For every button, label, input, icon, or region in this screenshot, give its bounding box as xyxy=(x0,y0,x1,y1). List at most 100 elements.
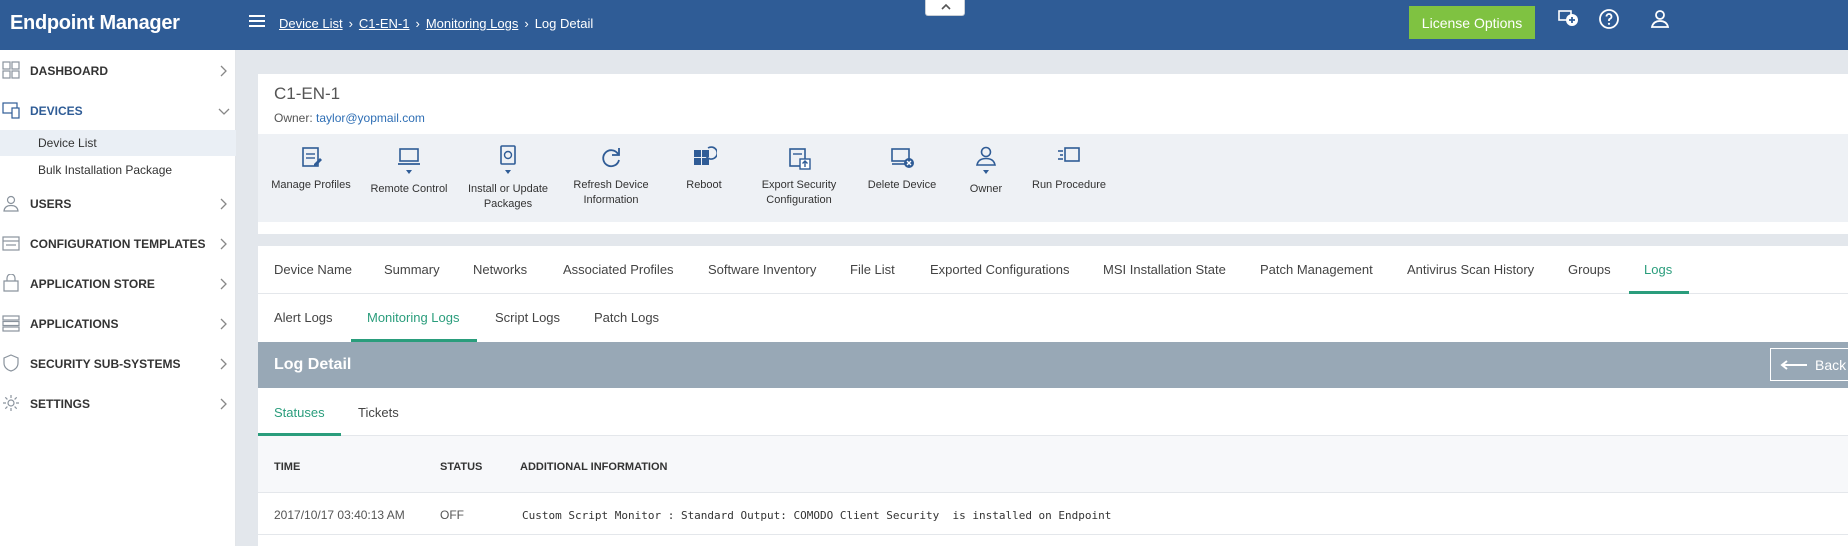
sidebar-subitem-bulk-installation-package[interactable]: Bulk Installation Package xyxy=(0,157,236,183)
run-procedure-icon xyxy=(1058,147,1080,162)
devices-icon xyxy=(2,102,20,119)
cell-additional-information: Custom Script Monitor : Standard Output:… xyxy=(522,509,1112,522)
column-header-additional-information[interactable]: ADDITIONAL INFORMATION xyxy=(520,461,667,473)
sidebar-item-users[interactable]: USERS xyxy=(0,183,236,223)
sidebar-subitem-label: Bulk Installation Package xyxy=(38,163,173,177)
cell-status: OFF xyxy=(440,508,464,522)
tool-label: Remote Control xyxy=(370,183,448,195)
sidebar-item-label: DEVICES xyxy=(30,104,83,118)
breadcrumb: Device List › C1-EN-1 › Monitoring Logs › Log … xyxy=(279,16,593,31)
breadcrumb-monitoring-logs[interactable]: Monitoring Logs xyxy=(426,16,519,31)
log-detail-title: Log Detail xyxy=(274,356,352,373)
tab-associated-profiles[interactable]: Associated Profiles xyxy=(563,262,674,277)
export-security-configuration-button[interactable]: Export Security Configuration xyxy=(750,144,848,208)
sidebar-item-dashboard[interactable]: DASHBOARD xyxy=(0,50,236,90)
breadcrumb-device-list[interactable]: Device List xyxy=(279,16,343,31)
hamburger-menu-icon[interactable] xyxy=(249,15,265,29)
tab-file-list[interactable]: File List xyxy=(850,262,895,277)
tab-logs[interactable]: Logs xyxy=(1644,262,1672,277)
tab-monitoring-logs[interactable]: Monitoring Logs xyxy=(367,310,460,325)
sidebar-item-label: SETTINGS xyxy=(30,397,91,411)
cell-time: 2017/10/17 03:40:13 AM xyxy=(274,508,405,522)
sidebar-item-label: CONFIGURATION TEMPLATES xyxy=(30,237,206,251)
tab-alert-logs[interactable]: Alert Logs xyxy=(274,310,333,325)
install-or-update-packages-button[interactable]: Install or Update Packages xyxy=(463,144,553,212)
owner-button[interactable]: Owner xyxy=(956,144,1016,197)
tool-label: Delete Device xyxy=(867,179,937,191)
tab-msi-installation-state[interactable]: MSI Installation State xyxy=(1103,262,1226,277)
breadcrumb-current: Log Detail xyxy=(534,16,594,31)
applications-icon xyxy=(2,315,20,332)
manage-profiles-button[interactable]: Manage Profiles xyxy=(266,144,356,193)
collapse-header-button[interactable] xyxy=(925,0,965,16)
arrow-left-icon xyxy=(1780,360,1807,370)
run-procedure-button[interactable]: Run Procedure xyxy=(1024,144,1114,193)
tab-script-logs[interactable]: Script Logs xyxy=(495,310,560,325)
main-tabs: Device Name Summary Networks Associated … xyxy=(258,246,1848,294)
refresh-icon xyxy=(602,148,620,168)
tool-label: Refresh Device Information xyxy=(573,179,649,206)
manage-profiles-icon xyxy=(302,147,322,167)
tab-patch-management[interactable]: Patch Management xyxy=(1260,262,1373,277)
add-device-icon[interactable] xyxy=(1556,7,1580,31)
tool-label: Run Procedure xyxy=(1032,179,1106,191)
shield-icon xyxy=(3,354,19,372)
delete-device-icon xyxy=(891,148,914,168)
breadcrumb-separator: › xyxy=(524,16,529,31)
log-detail-tabs: Statuses Tickets xyxy=(258,388,1848,436)
device-tabs-panel: Device Name Summary Networks Associated … xyxy=(258,246,1848,546)
breadcrumb-device[interactable]: C1-EN-1 xyxy=(359,16,410,31)
tab-networks[interactable]: Networks xyxy=(473,262,527,277)
templates-icon xyxy=(2,236,20,251)
reboot-button[interactable]: Reboot xyxy=(666,144,742,193)
device-name: C1-EN-1 xyxy=(274,84,341,103)
sidebar-subitem-label: Device List xyxy=(38,136,97,150)
owner-icon xyxy=(976,146,996,174)
sidebar-item-devices[interactable]: DEVICES xyxy=(0,90,236,130)
column-header-time[interactable]: TIME xyxy=(274,461,300,473)
sidebar-item-applications[interactable]: APPLICATIONS xyxy=(0,303,236,343)
app-title: Endpoint Manager xyxy=(10,12,180,34)
remote-control-button[interactable]: Remote Control xyxy=(364,144,454,197)
store-icon xyxy=(3,274,19,292)
tab-exported-configurations[interactable]: Exported Configurations xyxy=(930,262,1069,277)
sidebar-item-label: SECURITY SUB-SYSTEMS xyxy=(30,357,181,371)
tab-statuses[interactable]: Statuses xyxy=(274,405,325,420)
sidebar-item-settings[interactable]: SETTINGS xyxy=(0,383,236,423)
chevron-right-icon xyxy=(220,358,227,370)
tool-label: Export Security Configuration xyxy=(761,179,837,206)
user-account-icon[interactable] xyxy=(1648,7,1672,31)
license-options-button[interactable]: License Options xyxy=(1409,6,1535,39)
tab-summary[interactable]: Summary xyxy=(384,262,440,277)
sidebar-subitem-device-list[interactable]: Device List xyxy=(0,130,236,156)
device-panel: C1-EN-1 Owner: taylor@yopmail.com Manage… xyxy=(258,74,1848,234)
tab-antivirus-scan-history[interactable]: Antivirus Scan History xyxy=(1407,262,1534,277)
sidebar-item-application-store[interactable]: APPLICATION STORE xyxy=(0,263,236,303)
breadcrumb-separator: › xyxy=(415,16,420,31)
log-type-tabs: Alert Logs Monitoring Logs Script Logs P… xyxy=(258,294,1848,342)
help-icon[interactable] xyxy=(1597,7,1621,31)
install-packages-icon xyxy=(500,145,516,174)
chevron-right-icon xyxy=(220,65,227,77)
tab-groups[interactable]: Groups xyxy=(1568,262,1611,277)
owner-email-link[interactable]: taylor@yopmail.com xyxy=(316,111,425,125)
tab-patch-logs[interactable]: Patch Logs xyxy=(594,310,659,325)
user-icon xyxy=(3,195,19,212)
tab-device-name[interactable]: Device Name xyxy=(274,262,352,277)
tab-software-inventory[interactable]: Software Inventory xyxy=(708,262,816,277)
column-header-status[interactable]: STATUS xyxy=(440,461,482,473)
sidebar-item-security-sub-systems[interactable]: SECURITY SUB-SYSTEMS xyxy=(0,343,236,383)
tool-label: Install or Update Packages xyxy=(467,183,549,210)
top-bar: Endpoint Manager Device List › C1-EN-1 › Mon… xyxy=(0,0,1848,50)
chevron-right-icon xyxy=(220,198,227,210)
tab-tickets[interactable]: Tickets xyxy=(358,405,399,420)
sidebar-item-configuration-templates[interactable]: CONFIGURATION TEMPLATES xyxy=(0,223,236,263)
remote-control-icon xyxy=(398,148,420,174)
log-detail-header: Log Detail Back xyxy=(258,342,1848,388)
refresh-device-information-button[interactable]: Refresh Device Information xyxy=(564,144,658,208)
tool-label: Manage Profiles xyxy=(271,179,351,191)
tool-label: Owner xyxy=(969,183,1003,195)
sidebar: DASHBOARD DEVICES Device List Bulk Insta… xyxy=(0,50,236,546)
breadcrumb-separator: › xyxy=(348,16,353,31)
delete-device-button[interactable]: Delete Device xyxy=(856,144,948,193)
